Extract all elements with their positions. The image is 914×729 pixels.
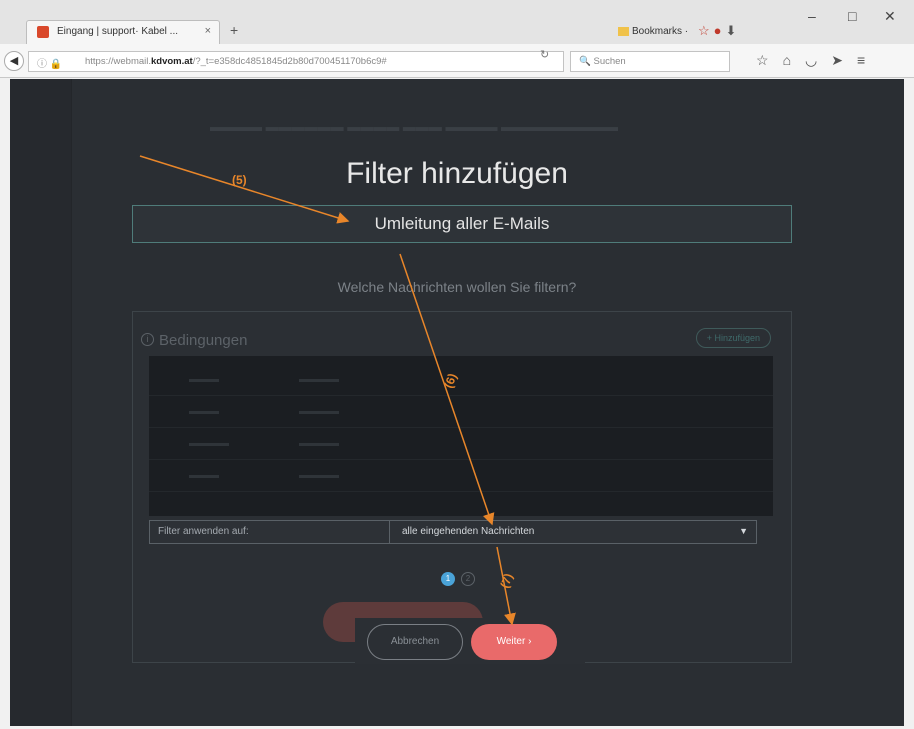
condition-row[interactable]: ▬▬▬ ▬▬▬▬ xyxy=(149,364,773,396)
apply-to-row: Filter anwenden auf: alle eingehenden Na… xyxy=(149,520,757,544)
apply-to-select[interactable]: alle eingehenden Nachrichten ▼ xyxy=(394,521,756,543)
conditions-info-icon: i xyxy=(141,333,154,346)
add-condition-button[interactable]: + Hinzufügen xyxy=(695,328,771,348)
navigation-bar: ◀ ⓘ 🔒 https://webmail.kdvom.at/?_t=e358d… xyxy=(0,44,914,78)
minimize-icon[interactable]: – xyxy=(808,8,816,24)
tab-close-icon[interactable]: × xyxy=(205,25,211,37)
toolbar-icons: ☆⌂◡➤≡ xyxy=(756,52,879,69)
tab-webmail[interactable]: Eingang | support· Kabel ... × xyxy=(26,20,220,44)
caret-down-icon: ▼ xyxy=(739,526,748,536)
modal-title: Filter hinzufügen xyxy=(346,157,568,190)
url-prefix: https://webmail. xyxy=(85,56,151,67)
close-window-icon[interactable]: ✕ xyxy=(884,8,896,25)
folder-icon xyxy=(618,26,629,36)
back-arrow-icon[interactable]: ◀ xyxy=(4,51,24,71)
condition-row[interactable]: ▬▬▬▬ ▬▬▬▬ xyxy=(149,428,773,460)
search-placeholder: Suchen xyxy=(593,56,626,67)
apply-to-label: Filter anwenden auf: xyxy=(150,521,390,543)
condition-row[interactable]: ▬▬▬ ▬▬▬▬ xyxy=(149,460,773,492)
url-suffix: /?_t=e358dc4851845d2b80d700451170b6c9# xyxy=(192,56,387,67)
pocket-icon[interactable]: ◡ xyxy=(805,52,831,68)
mail-favicon-icon xyxy=(37,26,49,38)
search-icon: 🔍 xyxy=(579,56,591,67)
new-tab-button[interactable]: + xyxy=(230,22,238,38)
library-icon[interactable]: ⌂ xyxy=(783,52,805,68)
conditions-title: Bedingungen xyxy=(159,332,248,349)
maximize-icon[interactable]: □ xyxy=(848,8,856,24)
filter-name-input[interactable]: Umleitung aller E-Mails xyxy=(132,205,792,243)
title-bar: Eingang | support· Kabel ... × + Bookmar… xyxy=(0,0,914,44)
browser-window: Eingang | support· Kabel ... × + Bookmar… xyxy=(0,0,914,729)
info-lock-icon[interactable]: ⓘ 🔒 xyxy=(37,55,62,70)
bookmark-star-icon[interactable]: ☆ xyxy=(756,52,783,68)
step-2-indicator: 2 xyxy=(461,572,475,586)
address-bar[interactable]: ⓘ 🔒 https://webmail.kdvom.at/?_t=e358dc4… xyxy=(28,51,564,72)
next-button[interactable]: Weiter › xyxy=(471,624,557,660)
reload-icon[interactable]: ↻ xyxy=(540,48,549,61)
webmail-content: ▬▬▬▬ ▬▬▬▬▬▬ ▬▬▬▬ ▬▬▬ ▬▬▬▬ ▬▬▬▬▬▬▬▬▬ Filt… xyxy=(10,79,904,726)
conditions-panel: i Bedingungen + Hinzufügen ▬▬▬ ▬▬▬▬ ▬▬▬ ▬▬… xyxy=(132,311,792,664)
menu-icon[interactable]: ≡ xyxy=(857,52,879,68)
search-field[interactable]: 🔍 Suchen xyxy=(570,51,730,72)
filter-question: Welche Nachrichten wollen Sie filtern? xyxy=(337,279,577,295)
download-icon[interactable]: ⬇ xyxy=(726,23,741,38)
step-1-indicator: 1 xyxy=(441,572,455,586)
send-icon[interactable]: ➤ xyxy=(831,52,857,68)
cancel-button[interactable]: Abbrechen xyxy=(367,624,463,660)
bookmarks-label: Bookmarks · xyxy=(632,26,689,37)
background-text: ▬▬▬▬ ▬▬▬▬▬▬ ▬▬▬▬ ▬▬▬ ▬▬▬▬ ▬▬▬▬▬▬▬▬▬ xyxy=(210,119,619,134)
bookmarks-menu[interactable]: Bookmarks · xyxy=(618,26,688,37)
apply-to-value: alle eingehenden Nachrichten xyxy=(402,526,535,537)
url-domain: kdvom.at xyxy=(151,56,193,67)
addon-red-icon[interactable]: ● xyxy=(714,23,726,38)
conditions-table: ▬▬▬ ▬▬▬▬ ▬▬▬ ▬▬▬▬ ▬▬▬▬ ▬▬▬▬ ▬▬▬ ▬▬▬▬ xyxy=(149,356,773,516)
toolbar-addons: ☆●⬇ xyxy=(698,23,740,39)
condition-row[interactable]: ▬▬▬ ▬▬▬▬ xyxy=(149,396,773,428)
star-addon-icon[interactable]: ☆ xyxy=(698,23,714,38)
tab-title: Eingang | support· Kabel ... xyxy=(57,26,179,37)
